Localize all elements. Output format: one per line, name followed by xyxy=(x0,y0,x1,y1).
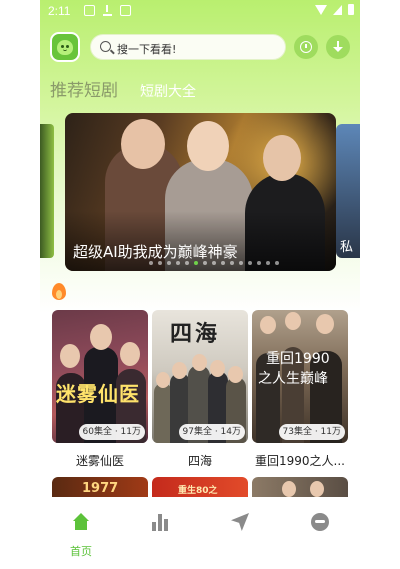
screen-margin-left xyxy=(0,0,40,569)
flame-icon xyxy=(52,283,66,301)
wifi-icon xyxy=(315,4,327,15)
drama-name: 重回1990之人... xyxy=(255,454,345,468)
nav-home-label: 首页 xyxy=(70,545,92,558)
episode-badge: 60集全 · 11万 xyxy=(78,424,145,440)
profile-icon xyxy=(311,513,329,531)
signal-icon xyxy=(333,4,342,15)
search-placeholder: 搜一下看看! xyxy=(117,43,177,56)
app-notification-icon xyxy=(120,5,131,16)
app-logo xyxy=(50,32,80,62)
banner-next-peek[interactable]: 私 xyxy=(336,124,360,258)
app-screen: 2:11 搜一下看看! 推荐短剧 短剧大全 超级AI助我成为巅峰神豪 私 迷雾仙… xyxy=(40,0,360,569)
nav-home[interactable]: 首页 xyxy=(56,513,106,558)
phone-viewport: 2:11 搜一下看看! 推荐短剧 短剧大全 超级AI助我成为巅峰神豪 私 迷雾仙… xyxy=(0,0,400,569)
carousel-dot[interactable] xyxy=(167,261,171,265)
category-tabs: 推荐短剧 短剧大全 xyxy=(50,76,196,102)
carousel-dot[interactable] xyxy=(203,261,207,265)
carousel-dot[interactable] xyxy=(266,261,270,265)
carousel-dot[interactable] xyxy=(239,261,243,265)
tab-all-dramas[interactable]: 短剧大全 xyxy=(140,81,196,101)
bottom-navigation: 首页 xyxy=(40,497,360,569)
history-button[interactable] xyxy=(294,35,318,59)
ranking-icon xyxy=(151,513,169,531)
search-bar[interactable]: 搜一下看看! xyxy=(90,34,286,60)
screen-margin-right xyxy=(360,0,400,569)
carousel-dot[interactable] xyxy=(194,261,198,265)
search-icon xyxy=(100,41,111,52)
episode-badge: 73集全 · 11万 xyxy=(278,424,345,440)
drama-poster-title: 重生80之 xyxy=(178,486,218,496)
drama-poster-title-line2: 之人生巅峰 xyxy=(258,371,328,387)
carousel-dot[interactable] xyxy=(248,261,252,265)
drama-card-peek[interactable] xyxy=(252,477,348,499)
drama-poster-title: 迷雾仙医 xyxy=(56,382,140,406)
home-icon xyxy=(72,513,90,531)
carousel-dot[interactable] xyxy=(275,261,279,265)
drama-name: 四海 xyxy=(187,454,212,468)
notification-icons xyxy=(84,5,131,16)
drama-card-peek[interactable]: 重生80之 xyxy=(152,477,248,499)
battery-icon xyxy=(348,4,354,15)
drama-poster: 四海 97集全 · 14万 xyxy=(152,310,248,443)
episode-badge: 97集全 · 14万 xyxy=(178,424,245,440)
carousel-dot[interactable] xyxy=(221,261,225,265)
carousel-dot[interactable] xyxy=(176,261,180,265)
carousel-dot[interactable] xyxy=(158,261,162,265)
featured-banner[interactable]: 超级AI助我成为巅峰神豪 xyxy=(65,113,336,271)
carousel-dot[interactable] xyxy=(185,261,189,265)
status-time: 2:11 xyxy=(48,4,71,18)
nav-ranking[interactable] xyxy=(135,513,185,553)
banner-prev-peek[interactable] xyxy=(40,124,54,258)
tab-recommended[interactable]: 推荐短剧 xyxy=(50,76,118,101)
drama-poster-title: 1977 xyxy=(82,481,119,496)
status-bar: 2:11 xyxy=(40,0,360,22)
banner-next-peek-text: 私 xyxy=(340,240,354,255)
send-icon xyxy=(231,513,249,531)
nav-discover[interactable] xyxy=(215,513,265,553)
system-icons xyxy=(315,4,354,15)
banner-title: 超级AI助我成为巅峰神豪 xyxy=(73,243,238,261)
apple-face-icon xyxy=(57,40,73,55)
carousel-dot[interactable] xyxy=(212,261,216,265)
gallery-icon xyxy=(84,5,95,16)
carousel-dot[interactable] xyxy=(257,261,261,265)
nav-profile[interactable] xyxy=(295,513,345,553)
download-button[interactable] xyxy=(326,35,350,59)
drama-card-peek[interactable]: 1977 xyxy=(52,477,148,499)
drama-poster-title: 四海 xyxy=(170,322,221,347)
download-icon xyxy=(102,5,113,16)
drama-poster-title-line1: 重回1990 xyxy=(266,351,330,367)
carousel-dots xyxy=(149,261,279,265)
carousel-dot[interactable] xyxy=(230,261,234,265)
drama-poster: 迷雾仙医 60集全 · 11万 xyxy=(52,310,148,443)
carousel-dot[interactable] xyxy=(149,261,153,265)
drama-name: 迷雾仙医 xyxy=(75,454,124,468)
drama-poster: 重回1990 之人生巅峰 73集全 · 11万 xyxy=(252,310,348,443)
